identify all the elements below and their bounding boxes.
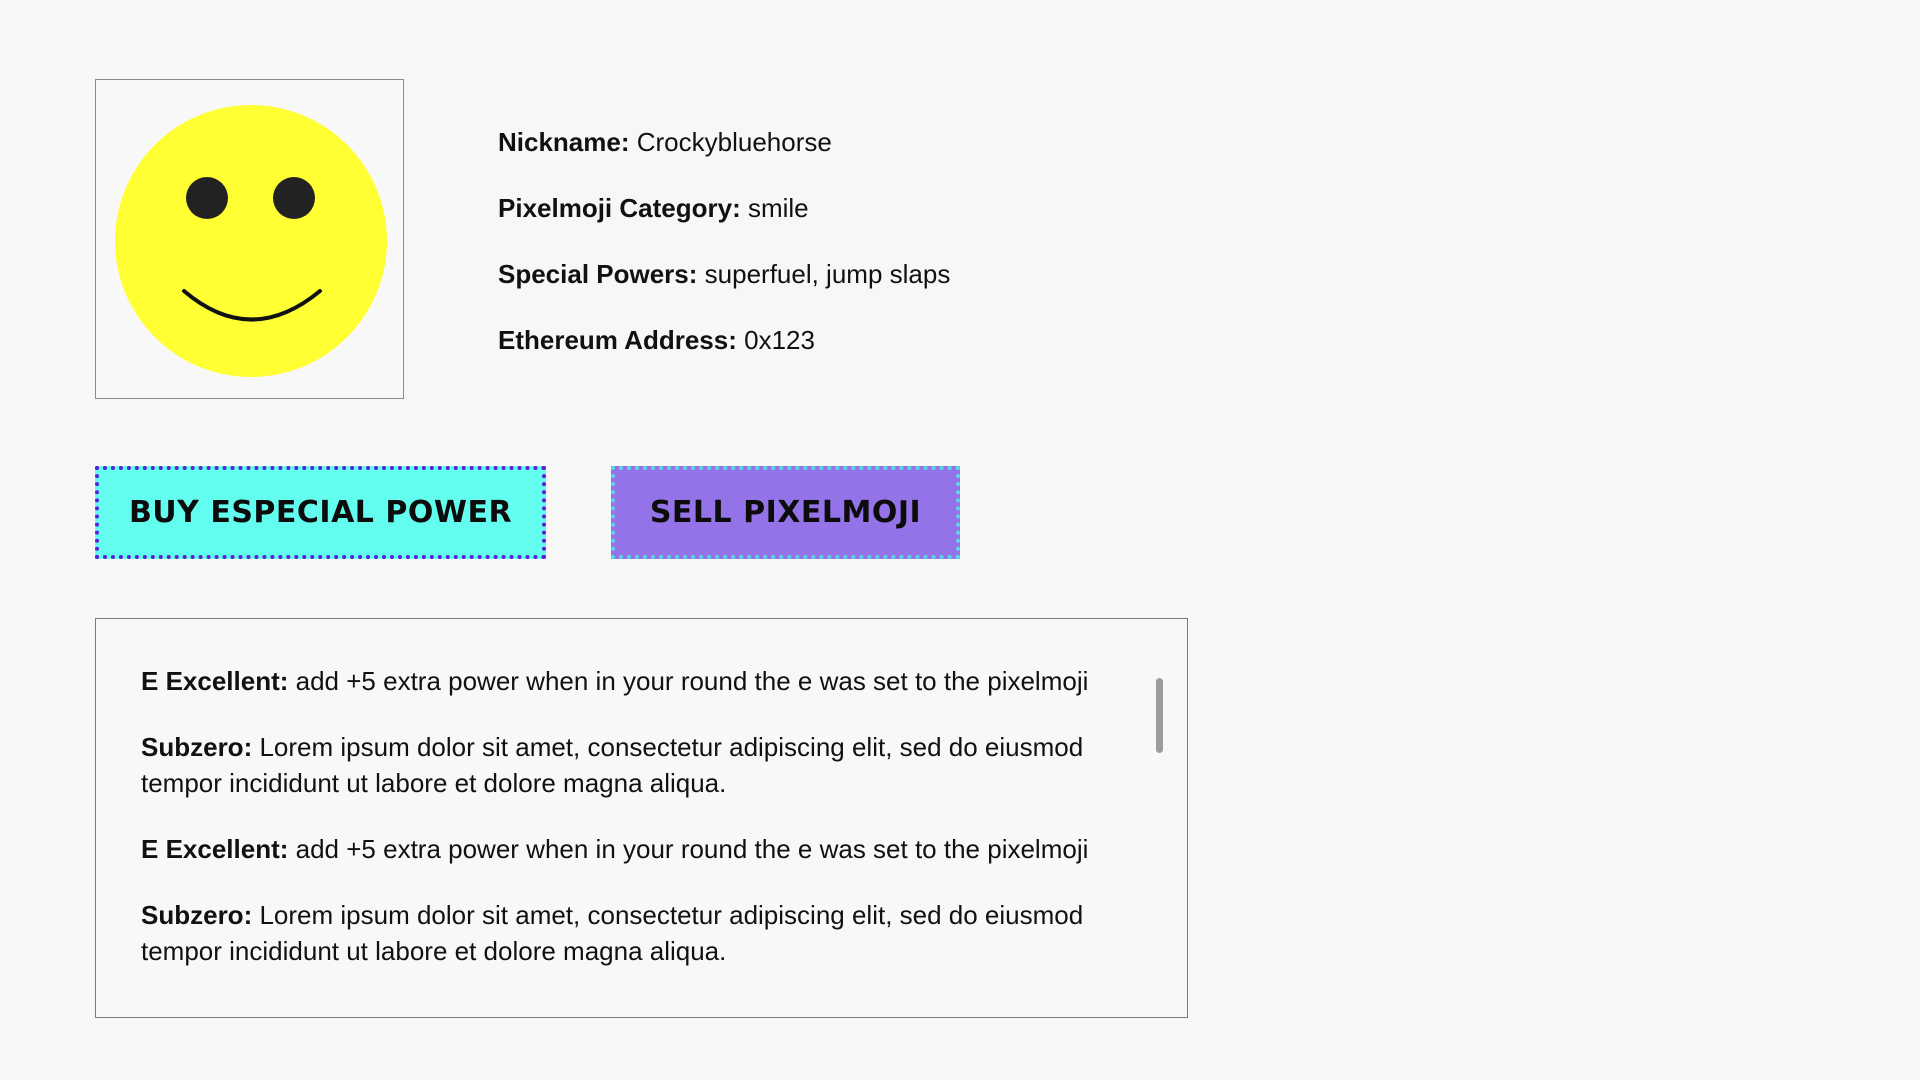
detail-label: Nickname: (498, 127, 630, 157)
pixelmoji-avatar (95, 79, 404, 399)
smiley-left-eye (186, 177, 228, 219)
buy-especial-power-button[interactable]: BUY ESPECIAL POWER (95, 466, 546, 559)
smiley-face-icon (115, 105, 387, 377)
sell-pixelmoji-button[interactable]: SELL PIXELMOJI (611, 466, 960, 559)
detail-label: Special Powers: (498, 259, 698, 289)
power-name: E Excellent: (141, 834, 289, 864)
power-description: Lorem ipsum dolor sit amet, consectetur … (141, 900, 1084, 966)
special-powers-panel: E Excellent: add +5 extra power when in … (95, 618, 1188, 1018)
detail-nickname: Nickname: Crockybluehorse (498, 122, 950, 188)
detail-label: Ethereum Address: (498, 325, 737, 355)
detail-value: superfuel, jump slaps (704, 259, 951, 289)
detail-value: Crockybluehorse (636, 127, 832, 157)
power-description: add +5 extra power when in your round th… (295, 666, 1089, 696)
pixelmoji-details: Nickname: Crockybluehorse Pixelmoji Cate… (498, 122, 950, 386)
power-item: E Excellent: add +5 extra power when in … (141, 663, 1141, 699)
detail-value: 0x123 (744, 325, 815, 355)
detail-ethereum-address: Ethereum Address: 0x123 (498, 320, 950, 386)
special-powers-list: E Excellent: add +5 extra power when in … (141, 663, 1141, 999)
power-description: Lorem ipsum dolor sit amet, consectetur … (141, 732, 1084, 798)
power-item: Subzero: Lorem ipsum dolor sit amet, con… (141, 729, 1141, 801)
smiley-face (115, 105, 387, 377)
smiley-right-eye (273, 177, 315, 219)
power-name: Subzero: (141, 732, 253, 762)
power-name: E Excellent: (141, 666, 289, 696)
detail-category: Pixelmoji Category: smile (498, 188, 950, 254)
power-name: Subzero: (141, 900, 253, 930)
detail-value: smile (747, 193, 809, 223)
detail-label: Pixelmoji Category: (498, 193, 741, 223)
power-description: add +5 extra power when in your round th… (295, 834, 1089, 864)
power-item: E Excellent: add +5 extra power when in … (141, 831, 1141, 867)
detail-special-powers: Special Powers: superfuel, jump slaps (498, 254, 950, 320)
scrollbar-thumb[interactable] (1156, 678, 1163, 753)
power-item: Subzero: Lorem ipsum dolor sit amet, con… (141, 897, 1141, 969)
